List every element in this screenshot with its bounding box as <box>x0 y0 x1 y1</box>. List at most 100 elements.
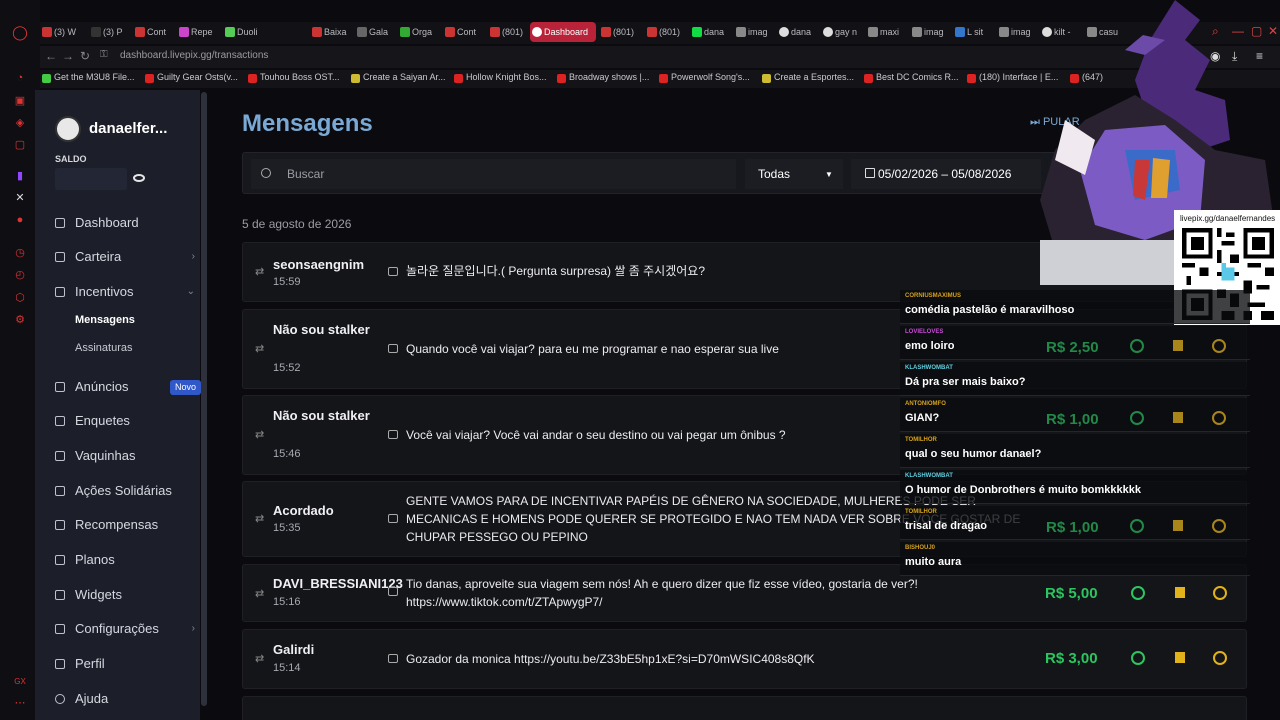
chat-amount: R$ 1,00 <box>1046 411 1099 428</box>
crypto-wallet-icon[interactable]: ▣ <box>12 93 28 109</box>
sidebar-item-vaquinhas[interactable]: Vaquinhas <box>55 446 195 466</box>
eye-icon[interactable] <box>133 174 145 182</box>
bookmark[interactable]: Best DC Comics R... <box>864 72 959 83</box>
aria-icon[interactable]: ◔ <box>12 70 28 86</box>
back-icon[interactable]: ← <box>45 49 57 63</box>
tab-9[interactable]: (801) <box>488 22 533 42</box>
tab-11[interactable]: (801) <box>599 22 643 42</box>
message-row[interactable] <box>242 696 1247 720</box>
block-icon[interactable] <box>1213 651 1227 665</box>
sidebar-scrollbar[interactable] <box>201 92 207 706</box>
tab-4[interactable]: Duoli <box>223 22 268 42</box>
bookmark-label: Best DC Comics R... <box>876 72 959 82</box>
tab-16[interactable]: gay n <box>821 22 866 42</box>
sidebar-item-widgets[interactable]: Widgets <box>55 585 195 605</box>
sidebar-item-planos[interactable]: Planos <box>55 550 195 570</box>
submenu-mensagens[interactable]: Mensagens <box>75 314 135 326</box>
site-info-icon[interactable]: ⚿ <box>100 49 108 60</box>
chat-message: KLASHWOMBAT Dá pra ser mais baixo? <box>900 362 1250 396</box>
tab-14[interactable]: imag <box>734 22 774 42</box>
url-field[interactable]: dashboard.livepix.gg/transactions <box>120 50 268 61</box>
bookmark[interactable]: Broadway shows |... <box>557 72 649 83</box>
settings-icon[interactable]: ⚙ <box>12 312 28 328</box>
widgets-icon <box>55 590 65 600</box>
sidebar-item-label: Configurações <box>75 621 159 636</box>
clock-icon[interactable]: ◴ <box>12 267 28 283</box>
tab-5[interactable]: Baixa <box>310 22 355 42</box>
sidebar-item-dashboard[interactable]: Dashboard <box>55 213 195 233</box>
tab-8[interactable]: Cont <box>443 22 488 42</box>
play-icon[interactable] <box>1130 339 1144 353</box>
more-icon[interactable]: ⋯ <box>12 695 28 711</box>
block-icon[interactable] <box>1212 519 1226 533</box>
browser-side-rail: ◯ ◔ ▣ ◈ ▢ ▮ ✕ ● ◷ ◴ ⬡ ⚙ GX ⋯ <box>0 0 40 720</box>
tab-1[interactable]: (3) P <box>89 22 129 42</box>
date-range-picker[interactable]: 05/02/2026 – 05/08/2026 <box>851 159 1041 189</box>
play-icon[interactable] <box>1131 586 1145 600</box>
history-icon[interactable]: ◷ <box>12 245 28 261</box>
bookmark[interactable]: Powerwolf Song's... <box>659 72 750 83</box>
sidebar-item-perfil[interactable]: Perfil <box>55 654 195 674</box>
donation-amount: R$ 3,00 <box>1045 650 1098 667</box>
music-icon[interactable]: ● <box>12 212 28 228</box>
tab-17[interactable]: maxi <box>866 22 906 42</box>
sidebar-item-recompensas[interactable]: Recompensas <box>55 515 195 535</box>
submenu-assinaturas[interactable]: Assinaturas <box>75 342 132 354</box>
tab-favicon-icon <box>868 27 878 37</box>
opera-logo-icon[interactable]: ◯ <box>12 24 28 40</box>
play-icon[interactable] <box>1130 519 1144 533</box>
sidebar-item-acoes-solidarias[interactable]: Ações Solidárias <box>55 481 195 501</box>
bookmark[interactable]: Guilty Gear Osts(v... <box>145 72 238 83</box>
type-filter-select[interactable]: Todas ▼ <box>745 159 843 189</box>
block-icon[interactable] <box>1212 411 1226 425</box>
flag-icon[interactable] <box>1173 412 1183 423</box>
search-input[interactable]: Buscar <box>251 159 736 189</box>
flag-icon[interactable] <box>1175 587 1185 598</box>
x-icon[interactable]: ✕ <box>12 190 28 206</box>
tab-15[interactable]: dana <box>777 22 817 42</box>
play-icon[interactable] <box>1131 651 1145 665</box>
gx-icon[interactable]: GX <box>12 674 28 690</box>
extensions-icon[interactable]: ⬡ <box>12 290 28 306</box>
qr-label: livepix.gg/danaelfernandes <box>1180 214 1276 223</box>
flag-icon[interactable] <box>1173 340 1183 351</box>
sidebar-item-enquetes[interactable]: Enquetes <box>55 411 195 431</box>
messenger-icon[interactable]: ◈ <box>12 115 28 131</box>
block-icon[interactable] <box>1213 586 1227 600</box>
flag-icon[interactable] <box>1175 652 1185 663</box>
sidebar-item-carteira[interactable]: Carteira › <box>55 247 195 267</box>
block-icon[interactable] <box>1212 339 1226 353</box>
chat-amount: R$ 1,00 <box>1046 519 1099 536</box>
bookmark[interactable]: Get the M3U8 File... <box>42 72 135 83</box>
bookmark[interactable]: Create a Esportes... <box>762 72 854 83</box>
play-icon[interactable] <box>1130 411 1144 425</box>
sidebar-item-anuncios[interactable]: Anúncios Novo <box>55 377 202 397</box>
bookmark[interactable]: Create a Saiyan Ar... <box>351 72 446 83</box>
bookmark[interactable]: Hollow Knight Bos... <box>454 72 547 83</box>
twitch-icon[interactable]: ▮ <box>12 168 28 184</box>
incentives-icon <box>55 287 65 297</box>
tab-7[interactable]: Orga <box>398 22 443 42</box>
flag-icon[interactable] <box>1173 520 1183 531</box>
tab-18[interactable]: imag <box>910 22 950 42</box>
message-icon <box>388 587 398 596</box>
donation-amount: R$ 5,00 <box>1045 585 1098 602</box>
reload-icon[interactable]: ↻ <box>80 49 90 63</box>
sidebar-item-configuracoes[interactable]: Configurações › <box>55 619 195 639</box>
forward-icon[interactable]: → <box>62 49 74 63</box>
instagram-icon[interactable]: ▢ <box>12 137 28 153</box>
sidebar-item-incentivos[interactable]: Incentivos ⌄ <box>55 282 195 302</box>
tab-0[interactable]: (3) W <box>40 22 80 42</box>
tab-19[interactable]: L sit <box>953 22 993 42</box>
tab-2[interactable]: Cont <box>133 22 173 42</box>
message-row[interactable]: ⇄ Galirdi 15:14 Gozador da monica https:… <box>242 629 1247 689</box>
tab-dashboard-active[interactable]: Dashboard <box>530 22 596 42</box>
bookmark[interactable]: Touhou Boss OST... <box>248 72 340 83</box>
tab-12[interactable]: (801) <box>645 22 689 42</box>
tab-3[interactable]: Repe <box>177 22 222 42</box>
sidebar-item-ajuda[interactable]: Ajuda <box>55 689 195 709</box>
tab-13[interactable]: dana <box>690 22 730 42</box>
tab-label: imag <box>748 27 768 37</box>
bookmark-favicon-icon <box>248 74 257 83</box>
tab-6[interactable]: Gala <box>355 22 395 42</box>
